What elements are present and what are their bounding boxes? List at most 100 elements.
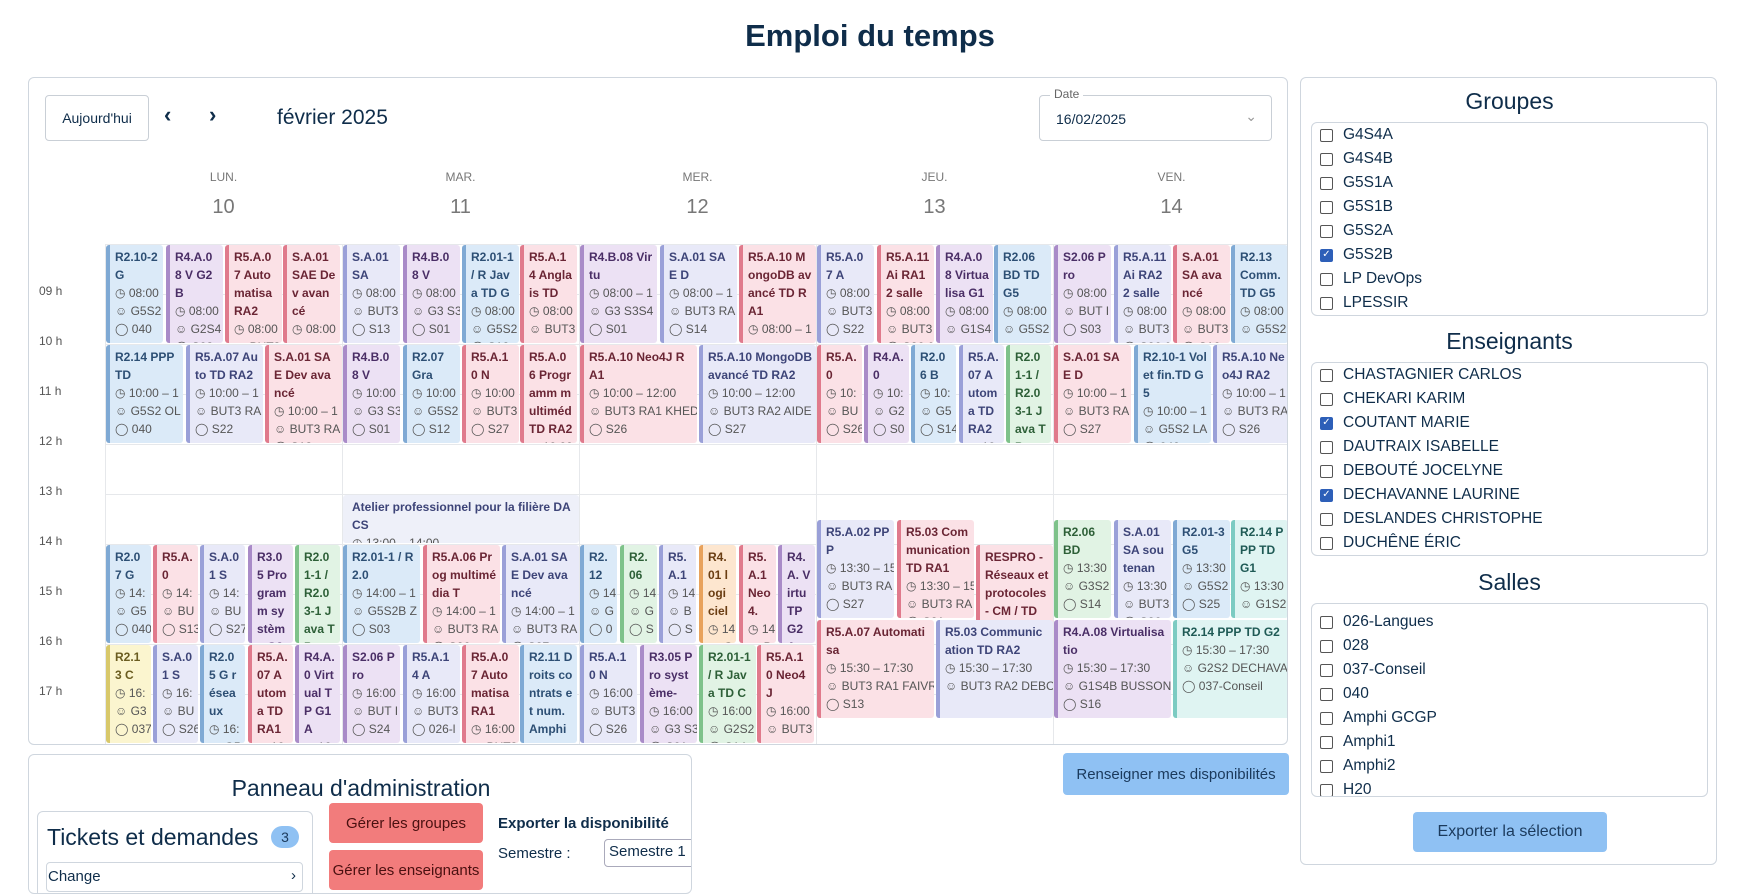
calendar-event[interactable]: R5.A.1 ◷ 14 ☺ B ◯ S bbox=[659, 545, 696, 643]
checkbox-icon[interactable] bbox=[1320, 735, 1333, 749]
calendar-event[interactable]: R2.05 G réseaux◷ 16:☺ G5◯ S12 bbox=[200, 645, 245, 743]
calendar-event[interactable]: S2.06 Pro ◷ 16:00 ☺ BUT I ◯ S24 bbox=[343, 645, 400, 743]
calendar-event[interactable]: S.A.01 SA avancé ◷ 08:00 ☺ BUT3 ◯ S16 bbox=[1173, 245, 1230, 343]
calendar-event[interactable]: S.A.01 SA soutenan ◷ 13:30 ☺ BUT3 ◯ S26 bbox=[1114, 520, 1171, 618]
checkbox-icon[interactable] bbox=[1320, 759, 1333, 773]
calendar-event[interactable]: R5.A.10 MongoDB avancé TD RA1 ◷ 08:00 – 1 bbox=[739, 245, 816, 343]
calendar-event[interactable]: R4.A.0 ◷ 10: ☺ G2 ◯ S0 bbox=[864, 345, 909, 443]
calendar-event[interactable]: R2.07 Gra ◷ 10:00 ☺ G5S2 ◯ S12 bbox=[403, 345, 460, 443]
checkbox-icon[interactable] bbox=[1320, 536, 1333, 550]
groups-item[interactable]: G5S2A bbox=[1312, 219, 1707, 243]
calendar-event[interactable]: R5.A.11 Ai RA2 2 salle ◷ 08:00 ☺ BUT3 ◯ S26… bbox=[1114, 245, 1171, 343]
calendar-event[interactable]: Atelier professionnel pour la filière DA… bbox=[343, 495, 579, 543]
calendar-event[interactable]: R2.13 Comm. TD G5 ◷ 08:00 ☺ G5S2 bbox=[1231, 245, 1287, 343]
calendar-event[interactable]: R5.A.14 A ◷ 16:00 ☺ BUT3 ◯ 026-l bbox=[403, 645, 460, 743]
groups-item[interactable]: G5S1B bbox=[1312, 195, 1707, 219]
rooms-list[interactable]: 026-Langues 028 037-Conseil 040 Amphi GCGP Am… bbox=[1311, 603, 1708, 797]
calendar-event[interactable]: R5.A.07 Automatisa RA1 ◷ 16:00 ☺ BUT3 bbox=[462, 645, 519, 743]
calendar-event[interactable]: S.A.01 SAE Dev avancé ◷ 08:00 bbox=[283, 245, 340, 343]
calendar-event[interactable]: R4.B.08 V ◷ 10:00 ☺ G3 S3 ◯ S01 bbox=[343, 345, 400, 443]
calendar-event[interactable]: R5.A.10 MongoDB avancé TD RA2 ◷ 10:00 – 1… bbox=[699, 345, 816, 443]
checkbox-icon[interactable] bbox=[1320, 272, 1333, 286]
calendar-event[interactable]: R5.A.06 Programm multiméd TD RA2 ◷ 10:00 bbox=[520, 345, 577, 443]
rooms-item[interactable]: 037-Conseil bbox=[1312, 658, 1707, 682]
calendar-event[interactable]: R5.A.10 Neo4J ◷ 16:00 ☺ BUT3 bbox=[757, 645, 814, 743]
teachers-item[interactable]: DUCHÊNE ÉRIC bbox=[1312, 531, 1707, 555]
calendar-event[interactable]: R2.01-1 / R2.03-1 Java TP bbox=[295, 545, 340, 643]
manage-groups-button[interactable]: Gérer les groupes bbox=[329, 803, 483, 843]
checkbox-icon[interactable] bbox=[1320, 128, 1333, 142]
date-picker[interactable]: Date 16/02/2025 ⌄ bbox=[1039, 87, 1272, 141]
prev-arrow-icon[interactable]: ‹ bbox=[164, 102, 171, 128]
checkbox-icon[interactable] bbox=[1320, 296, 1333, 310]
calendar-event[interactable]: R2.14 PPP TD ◷ 10:00 – 1 ☺ G5S2 OL ◯ 040 bbox=[106, 345, 183, 443]
calendar-event[interactable]: R2.12 ◷ 14 ☺ G ◯ 0 bbox=[580, 545, 617, 643]
groups-item[interactable]: G5S1A bbox=[1312, 171, 1707, 195]
calendar-event[interactable]: R2.01-1 / R2.03-1 Java TP bbox=[1006, 345, 1051, 443]
checkbox-icon[interactable] bbox=[1320, 200, 1333, 214]
calendar-event[interactable]: R5.A.07 Automatisa ◷ 15:30 – 17:30 ☺ BUT3 … bbox=[817, 620, 934, 718]
calendar-event[interactable]: R5.03 Communication TD RA2 ◷ 15:30 – 17:3… bbox=[936, 620, 1053, 718]
calendar-event[interactable]: R2.01-1 / R Java TD C ◷ 16:00 ☺ G2S2 ◯ S14 bbox=[699, 645, 756, 743]
availability-button[interactable]: Renseigner mes disponibilités bbox=[1063, 753, 1289, 795]
calendar-event[interactable]: R4.A.08 Virtualisa G1 ◷ 08:00 ☺ G1S4 bbox=[936, 245, 993, 343]
calendar-event[interactable]: R5.A.10 N ◷ 16:00 ☺ BUT3 ◯ S26 bbox=[580, 645, 637, 743]
teachers-item[interactable]: CHEKARI KARIM bbox=[1312, 387, 1707, 411]
calendar-event[interactable]: R2.01-1 / R Java TD G ◷ 08:00 ☺ G5S2 ◯ S12 bbox=[462, 245, 519, 343]
calendar-event[interactable]: R5.A.06 Prog multimédia T ◷ 14:00 – 1 ☺ BU… bbox=[423, 545, 500, 643]
calendar-event[interactable]: R4.B.08 Virtu ◷ 08:00 – 1 ☺ G3 S3S4 ◯ S01 bbox=[580, 245, 657, 343]
teachers-item[interactable]: DESLANDES CHRISTOPHE bbox=[1312, 507, 1707, 531]
calendar-event[interactable]: R5.A.0 ◷ 14: ☺ BU ◯ S13 bbox=[153, 545, 198, 643]
rooms-item[interactable]: H20 bbox=[1312, 778, 1707, 796]
checkbox-icon[interactable] bbox=[1320, 687, 1333, 701]
calendar-event[interactable]: R2.01-3 G5 ◷ 13:30 ☺ G5S2 ◯ S25 bbox=[1173, 520, 1230, 618]
groups-item[interactable]: LPESSIR bbox=[1312, 291, 1707, 315]
calendar-event[interactable]: R4.A.0 Virtual TP G1A ◷ 16: bbox=[295, 645, 340, 743]
calendar-event[interactable]: S2.06 Pro ◷ 08:00 ☺ BUT I ◯ S03 bbox=[1054, 245, 1111, 343]
calendar-event[interactable]: R5.A.07 Automatisa RA2 ◷ 08:00 ☺ BUT3 bbox=[225, 245, 282, 343]
checkbox-icon[interactable] bbox=[1320, 711, 1333, 725]
ticket-item[interactable]: Change › bbox=[46, 862, 303, 892]
calendar-event[interactable]: R2.13 C ◷ 16: ☺ G3 ◯ 037 bbox=[106, 645, 151, 743]
teachers-item[interactable]: DEBOUTÉ JOCELYNE bbox=[1312, 459, 1707, 483]
checkbox-icon[interactable]: ✓ bbox=[1320, 248, 1333, 262]
groups-list[interactable]: G4S4A G4S4B G5S1A G5S1B G5S2A ✓ G5S2B LP DevOps… bbox=[1311, 122, 1708, 316]
checkbox-icon[interactable] bbox=[1320, 464, 1333, 478]
calendar-event[interactable]: R3.05 Programm système G3◷ 14: bbox=[248, 545, 293, 643]
checkbox-icon[interactable]: ✓ bbox=[1320, 488, 1333, 502]
checkbox-icon[interactable] bbox=[1320, 783, 1333, 796]
calendar-event[interactable]: R2.10-1 Volet fin.TD G5 ◷ 10:00 – 1 ☺ G5S2… bbox=[1134, 345, 1211, 443]
calendar-event[interactable]: S.A.01 SA ◷ 08:00 ☺ BUT3 ◯ S13 bbox=[343, 245, 400, 343]
calendar-event[interactable]: R3.05 Pro système- ◷ 16:00 ☺ G3 S3 ◯ S01 bbox=[640, 645, 697, 743]
calendar-event[interactable]: R4.A. Virtu TP G2A◷ 14 bbox=[778, 545, 815, 643]
checkbox-icon[interactable] bbox=[1320, 639, 1333, 653]
groups-item[interactable]: G4S4A bbox=[1312, 123, 1707, 147]
calendar-event[interactable]: R2.06 BD TD G5 ◷ 08:00 ☺ G5S2 bbox=[994, 245, 1051, 343]
calendar-event[interactable]: R4.A.08 Virtualisatio ◷ 15:30 – 17:30 ☺ G1… bbox=[1054, 620, 1171, 718]
calendar-event[interactable]: R2.06 B ◷ 10: ☺ G5 ◯ S14 bbox=[911, 345, 956, 443]
checkbox-icon[interactable]: ✓ bbox=[1320, 416, 1333, 430]
calendar-event[interactable]: R5.A.0 ◷ 10: ☺ BU ◯ S26 bbox=[817, 345, 862, 443]
calendar-event[interactable]: R5.A.1 Neo4.◷ 14☺ B◯ S bbox=[739, 545, 776, 643]
checkbox-icon[interactable] bbox=[1320, 663, 1333, 677]
calendar-event[interactable]: R5.03 Communication TD RA1 ◷ 13:30 – 15 ☺ … bbox=[897, 520, 974, 618]
calendar-event[interactable]: R5.A.07 Automa TD RA2◷ 10:☺ BU bbox=[959, 345, 1004, 443]
calendar-event[interactable]: R2.07 G ◷ 14: ☺ G5 ◯ 040 bbox=[106, 545, 151, 643]
checkbox-icon[interactable] bbox=[1320, 152, 1333, 166]
manage-teachers-button[interactable]: Gérer les enseignants bbox=[329, 850, 483, 890]
calendar-event[interactable]: R5.A.07 Auto TD RA2 ◷ 10:00 – 1 ☺ BUT3 RA ◯… bbox=[186, 345, 263, 443]
teachers-item[interactable]: DUFOUR KARLINE bbox=[1312, 555, 1707, 556]
calendar-event[interactable]: R5.A.11 Ai RA1 2 salle ◷ 08:00 ☺ BUT3 ◯ S26… bbox=[877, 245, 934, 343]
checkbox-icon[interactable] bbox=[1320, 176, 1333, 190]
calendar-event[interactable]: S.A.01 SAE Dev avancé ◷ 10:00 – 1 ☺ BUT3 R… bbox=[265, 345, 342, 443]
calendar-event[interactable]: R4.01 logiciel◷ 14☺ G◯ S bbox=[699, 545, 736, 643]
rooms-item[interactable]: 028 bbox=[1312, 634, 1707, 658]
groups-item[interactable]: ✓ G5S2B bbox=[1312, 243, 1707, 267]
rooms-item[interactable]: 040 bbox=[1312, 682, 1707, 706]
teachers-item[interactable]: DAUTRAIX ISABELLE bbox=[1312, 435, 1707, 459]
calendar-event[interactable]: R5.A.10 Neo4J RA2 ◷ 10:00 – 1 ☺ BUT3 RA ◯ S… bbox=[1213, 345, 1287, 443]
groups-item[interactable]: G4S4B bbox=[1312, 147, 1707, 171]
calendar-event[interactable]: S.A.01 S ◷ 14: ☺ BU ◯ S27 bbox=[200, 545, 245, 643]
checkbox-icon[interactable] bbox=[1320, 512, 1333, 526]
today-button[interactable]: Aujourd'hui bbox=[45, 95, 149, 141]
